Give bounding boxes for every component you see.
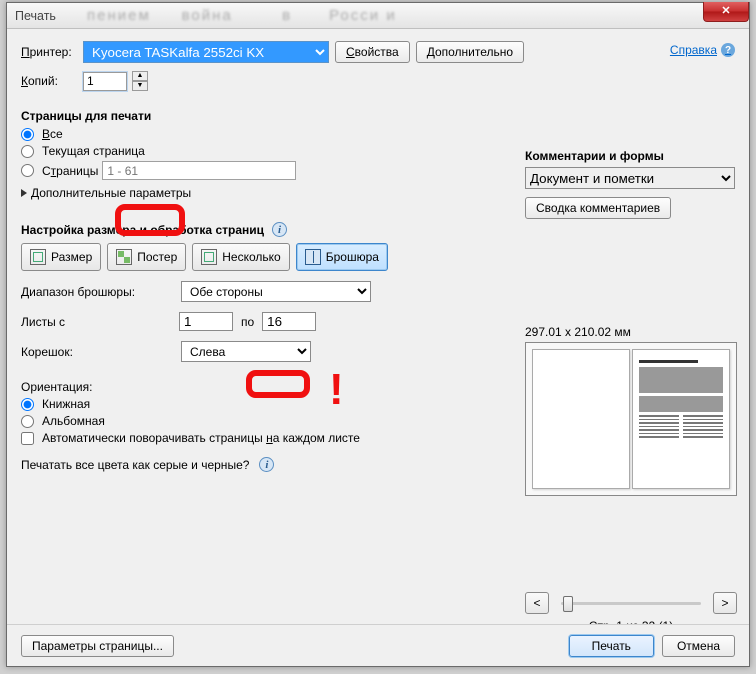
cancel-button[interactable]: Отмена (662, 635, 735, 657)
help-link[interactable]: Справка ? (670, 43, 735, 57)
preview-dimensions: 297.01 x 210.02 мм (525, 325, 737, 339)
seg-size[interactable]: Размер (21, 243, 101, 271)
binding-select[interactable]: Слева (181, 341, 311, 362)
slider-thumb[interactable] (563, 596, 573, 612)
preview-page-right (632, 349, 730, 489)
sheets-from-input[interactable] (179, 312, 233, 331)
poster-icon (116, 249, 132, 265)
sheets-to-label: по (241, 315, 254, 329)
preview-prev-button[interactable]: < (525, 592, 549, 614)
close-button[interactable]: ✕ (703, 2, 749, 22)
triangle-right-icon (21, 189, 27, 197)
comments-select[interactable]: Документ и пометки (525, 167, 735, 189)
advanced-button[interactable]: Дополнительно (416, 41, 524, 63)
page-range-label: Страницы (42, 164, 98, 178)
titlebar: Печать пением война в Росси и ✕ (7, 3, 749, 29)
printer-label: Принтер: (21, 45, 77, 59)
properties-button[interactable]: Свойства (335, 41, 410, 63)
print-button[interactable]: Печать (569, 635, 654, 657)
help-label: Справка (670, 43, 717, 57)
booklet-icon (305, 249, 321, 265)
printer-select[interactable]: Kyocera TASKalfa 2552ci KX (83, 41, 329, 63)
sheets-from-label: Листы с (21, 315, 171, 329)
comments-header: Комментарии и формы (525, 149, 737, 163)
all-pages-label: Все (42, 127, 63, 141)
binding-label: Корешок: (21, 345, 171, 359)
portrait-label: Книжная (42, 397, 90, 411)
seg-multiple[interactable]: Несколько (192, 243, 289, 271)
dialog-footer: Параметры страницы... Печать Отмена (7, 624, 749, 666)
radio-current-page[interactable] (21, 145, 34, 158)
radio-all-pages[interactable] (21, 128, 34, 141)
sheets-to-input[interactable] (262, 312, 316, 331)
summarize-comments-button[interactable]: Сводка комментариев (525, 197, 671, 219)
copies-down[interactable]: ▼ (132, 81, 148, 91)
grayscale-question: Печатать все цвета как серые и черные? (21, 458, 249, 472)
print-dialog: Печать пением война в Росси и ✕ Справка … (6, 2, 750, 667)
landscape-label: Альбомная (42, 414, 105, 428)
preview-slider[interactable] (561, 602, 701, 605)
page-setup-button[interactable]: Параметры страницы... (21, 635, 174, 657)
radio-landscape[interactable] (21, 415, 34, 428)
current-page-label: Текущая страница (42, 144, 145, 158)
more-options-label: Дополнительные параметры (31, 186, 191, 200)
autorotate-label: Автоматически поворачивать страницы на к… (42, 431, 360, 445)
seg-booklet[interactable]: Брошюра (296, 243, 388, 271)
preview-page-left (532, 349, 630, 489)
copies-input[interactable] (83, 72, 127, 91)
booklet-subset-label: Диапазон брошюры: (21, 285, 171, 299)
window-title: Печать (15, 9, 56, 23)
checkbox-autorotate[interactable] (21, 432, 34, 445)
background-blur-text: пением война в Росси и (87, 7, 397, 24)
print-preview (525, 342, 737, 496)
copies-label: Копий: (21, 74, 77, 88)
sizing-header: Настройка размера и обработка страниц (21, 223, 264, 237)
grayscale-info-icon[interactable]: i (259, 457, 274, 472)
multiple-icon (201, 249, 217, 265)
help-icon: ? (721, 43, 735, 57)
page-range-input[interactable] (102, 161, 296, 180)
preview-next-button[interactable]: > (713, 592, 737, 614)
size-icon (30, 249, 46, 265)
radio-portrait[interactable] (21, 398, 34, 411)
info-icon[interactable]: i (272, 222, 287, 237)
radio-page-range[interactable] (21, 164, 34, 177)
copies-up[interactable]: ▲ (132, 71, 148, 81)
booklet-subset-select[interactable]: Обе стороны (181, 281, 371, 302)
seg-poster[interactable]: Постер (107, 243, 186, 271)
